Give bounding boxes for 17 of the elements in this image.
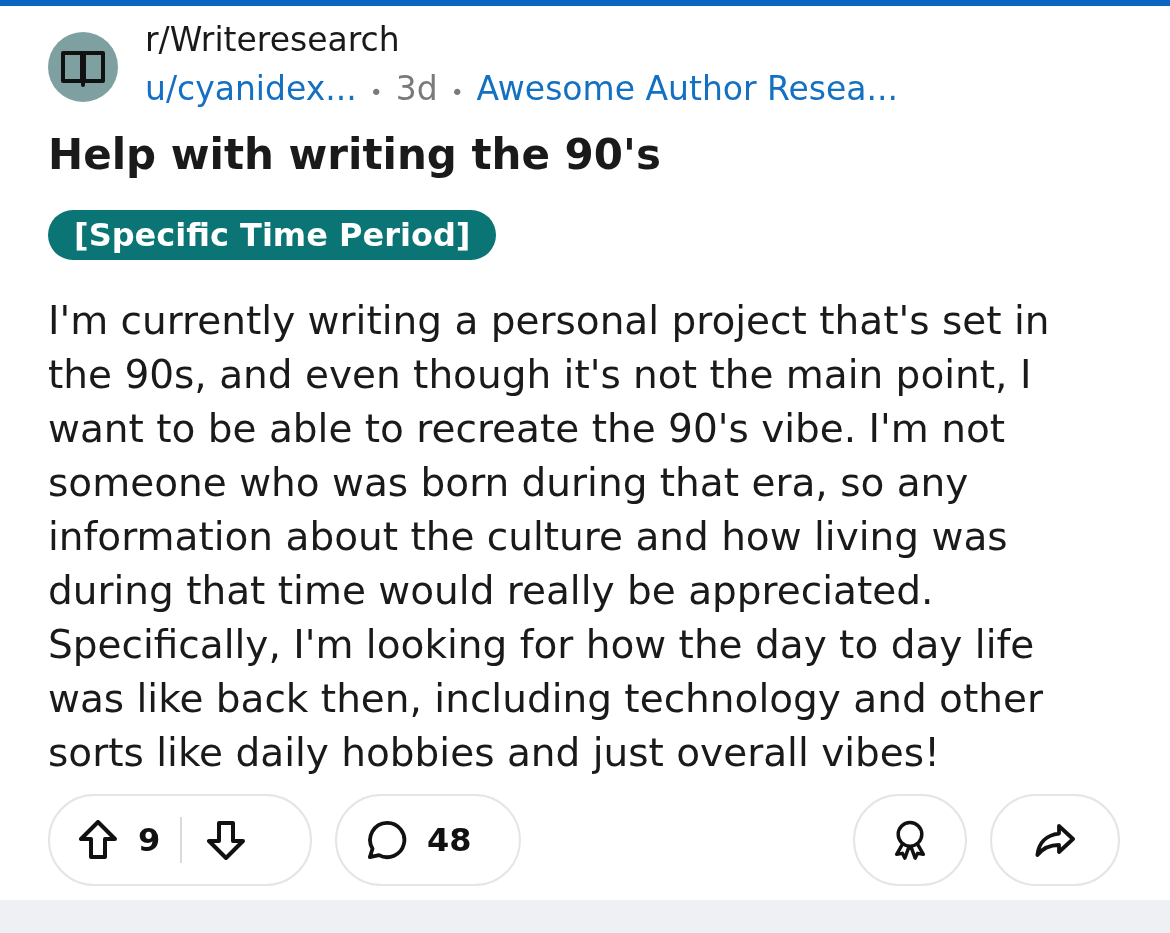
arrow-down-icon xyxy=(206,820,247,860)
post-age: 3d xyxy=(395,68,438,110)
comments-button[interactable]: 48 xyxy=(335,794,521,886)
post-title: Help with writing the 90's xyxy=(48,130,661,180)
upvote-button[interactable] xyxy=(78,820,118,860)
separator-dot: • xyxy=(369,79,383,107)
separator-dot: • xyxy=(450,79,464,107)
post-flair[interactable]: [Specific Time Period] xyxy=(48,210,497,260)
post-body: I'm currently writing a personal project that's set in the 90s, and even though it's not the main point, I want to be able to recreate the 90's vibe. I'm not someone who was born during that era, so any information about the culture and how living was during that time would really be appreciated. Specifically, I'm looking for how the day to day life was like back then, including technology and other sorts like daily hobbies and just overall vibes! xyxy=(48,297,1051,777)
arrow-up-icon xyxy=(78,820,118,860)
author-link[interactable]: u/cyanidex... xyxy=(145,68,357,110)
subreddit-name[interactable]: r/Writeresearch xyxy=(145,20,898,60)
speech-bubble-icon xyxy=(367,820,407,860)
vote-count: 9 xyxy=(138,821,161,859)
book-icon[interactable] xyxy=(48,32,118,102)
downvote-button[interactable] xyxy=(206,820,247,860)
author-flair[interactable]: Awesome Author Resea... xyxy=(476,68,898,110)
